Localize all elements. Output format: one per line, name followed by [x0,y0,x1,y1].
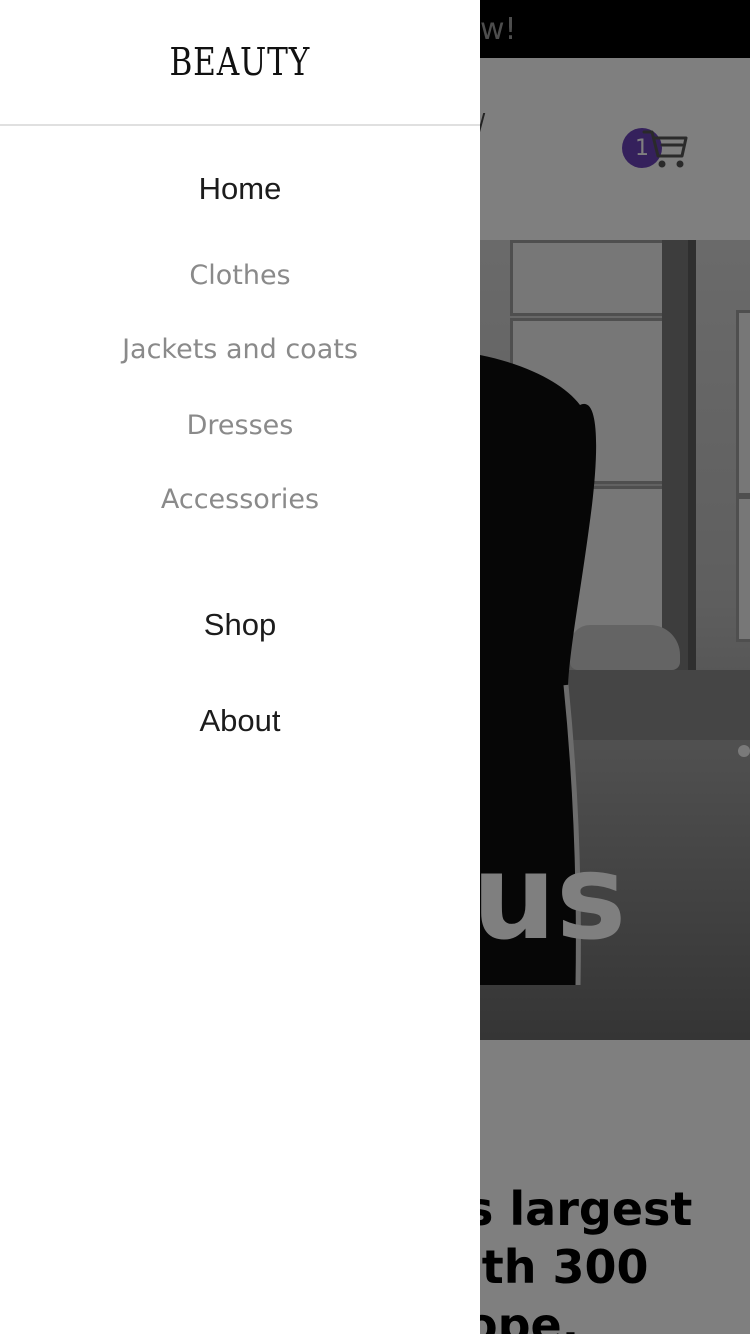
nav-item-jackets-and-coats[interactable]: Jackets and coats [0,334,480,365]
nav-item-about[interactable]: About [0,703,480,739]
nav-item-shop[interactable]: Shop [0,607,480,643]
nav-item-accessories[interactable]: Accessories [0,484,480,515]
brand-logo[interactable]: BEAUTY [0,0,480,126]
nav-item-home[interactable]: Home [0,171,480,207]
side-drawer: BEAUTY Home Clothes Jackets and coats Dr… [0,0,480,1334]
nav-item-dresses[interactable]: Dresses [0,410,480,441]
brand-name: BEAUTY [169,40,311,84]
nav-item-clothes[interactable]: Clothes [0,260,480,291]
